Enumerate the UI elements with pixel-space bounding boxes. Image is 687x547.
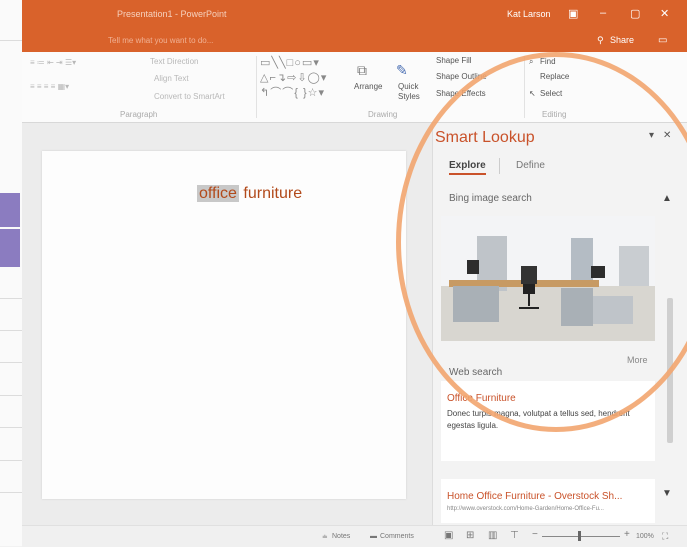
background-row-divider <box>0 362 22 363</box>
paragraph-group-label: Paragraph <box>120 110 158 119</box>
comments-button[interactable]: Comments <box>380 533 414 540</box>
shape-fill-button[interactable]: Shape Fill <box>436 56 472 65</box>
comment-icon[interactable]: ▭ <box>658 35 667 46</box>
zoom-slider-thumb[interactable] <box>578 531 581 541</box>
convert-smartart-button[interactable]: Convert to SmartArt <box>154 92 225 101</box>
background-row-divider <box>0 40 22 41</box>
paragraph-align-buttons[interactable]: ≡ ≡ ≡ ≡ ▦▾ <box>30 82 69 91</box>
slide-editing-area: office furniture <box>22 123 432 525</box>
slide-canvas[interactable]: office furniture <box>42 151 406 499</box>
selected-word[interactable]: office <box>197 185 239 202</box>
zoom-slider[interactable] <box>542 536 620 537</box>
quick-styles-icon[interactable]: ✎ <box>396 62 408 79</box>
web-result-card[interactable]: Home Office Furniture - Overstock Sh... … <box>441 479 655 523</box>
drawing-group-label: Drawing <box>368 110 398 119</box>
background-window-strip <box>0 0 22 546</box>
arrange-icon[interactable]: ⧉ <box>357 62 367 79</box>
normal-view-icon[interactable]: ▣ <box>444 530 453 541</box>
background-purple-block <box>0 229 20 267</box>
fit-to-window-icon[interactable]: ⛶ <box>662 531 668 542</box>
notes-icon[interactable]: ≐ <box>322 533 328 541</box>
zoom-out-icon[interactable]: − <box>532 529 538 540</box>
slide-text-box[interactable]: office furniture <box>197 185 302 203</box>
close-icon[interactable]: ✕ <box>660 7 669 20</box>
scroll-down-icon[interactable]: ▼ <box>662 488 672 499</box>
powerpoint-window: Presentation1 - PowerPoint Kat Larson ▣ … <box>22 0 687 547</box>
text-direction-button[interactable]: Text Direction <box>150 57 198 66</box>
maximize-icon[interactable]: ▢ <box>630 7 640 20</box>
slide-sorter-icon[interactable]: ⊞ <box>466 530 474 541</box>
person-icon[interactable]: ⚲ <box>597 35 604 46</box>
ribbon-separator <box>256 56 257 118</box>
background-purple-block <box>0 193 20 227</box>
background-row-divider <box>0 298 22 299</box>
zoom-in-icon[interactable]: + <box>624 529 630 540</box>
user-name[interactable]: Kat Larson <box>507 9 551 19</box>
window-title: Presentation1 - PowerPoint <box>117 9 227 19</box>
arrange-button[interactable]: Arrange <box>354 82 382 91</box>
slideshow-icon[interactable]: ⊤ <box>510 530 519 541</box>
ribbon-display-options-icon[interactable]: ▣ <box>568 7 578 20</box>
align-text-button[interactable]: Align Text <box>154 74 189 83</box>
background-row-divider <box>0 395 22 396</box>
web-result-url: http://www.overstock.com/Home-Garden/Hom… <box>447 506 604 512</box>
tell-me-search[interactable]: Tell me what you want to do... <box>108 36 213 45</box>
minimize-icon[interactable]: – <box>600 7 606 19</box>
notes-button[interactable]: Notes <box>332 533 350 540</box>
background-row-divider <box>0 427 22 428</box>
title-bar: Presentation1 - PowerPoint Kat Larson ▣ … <box>22 0 687 30</box>
background-row-divider <box>0 492 22 493</box>
quick-styles-button[interactable]: Quick Styles <box>398 82 428 102</box>
zoom-level[interactable]: 100% <box>636 533 654 540</box>
reading-view-icon[interactable]: ▥ <box>488 530 497 541</box>
web-result-title[interactable]: Home Office Furniture - Overstock Sh... <box>447 491 622 502</box>
slide-text-rest[interactable]: furniture <box>243 185 302 202</box>
ribbon-tab-row: Tell me what you want to do... ⚲ Share ▭ <box>22 30 687 52</box>
comments-icon[interactable]: ▬ <box>370 533 377 540</box>
status-bar: ≐ Notes ▬ Comments ▣ ⊞ ▥ ⊤ − + 100% ⛶ <box>22 525 687 547</box>
background-row-divider <box>0 330 22 331</box>
shapes-gallery[interactable]: ▭╲╲□○▭▾ △⌐↴⇨⇩◯▾ ↰⌒⌒{ }☆▾ <box>260 56 356 102</box>
background-row-divider <box>0 460 22 461</box>
share-button[interactable]: Share <box>610 35 634 45</box>
paragraph-list-buttons[interactable]: ≡ ≔ ⇤ ⇥ ☰▾ <box>30 58 76 67</box>
